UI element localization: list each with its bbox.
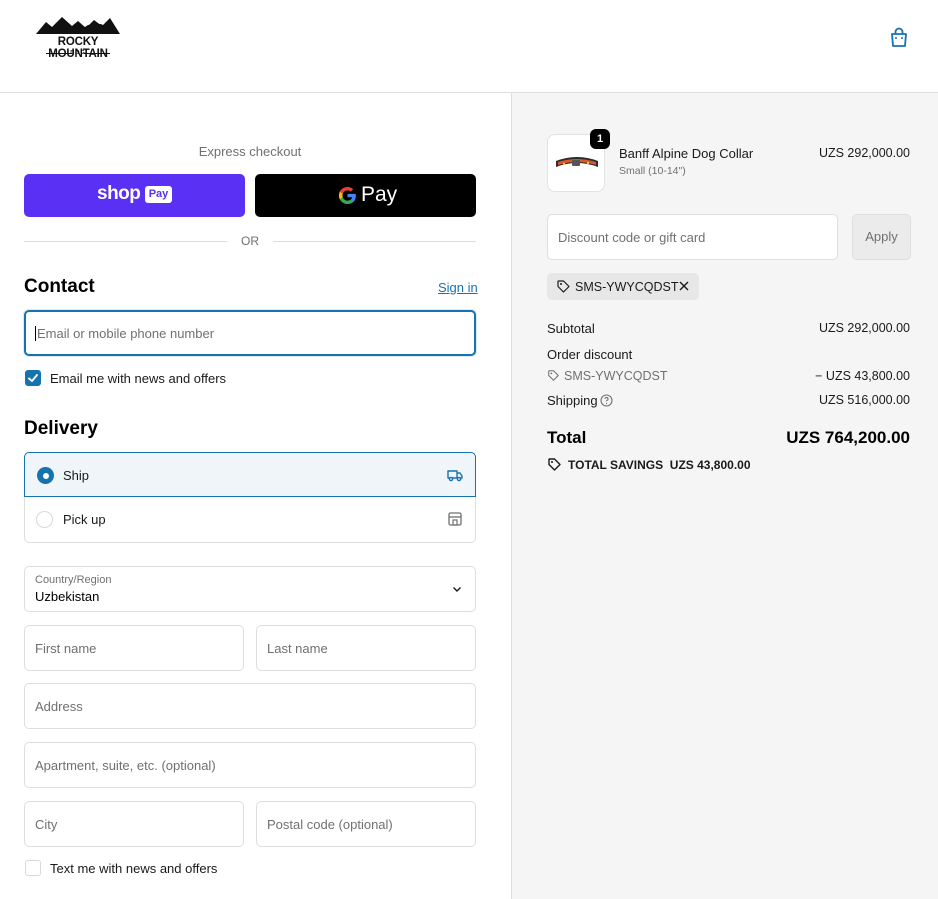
divider-right <box>273 241 476 242</box>
shipping-label: Shipping <box>547 393 598 408</box>
logo-text: ROCKY MOUNTAIN <box>48 36 108 60</box>
shop-pay-button[interactable]: shop Pay <box>24 174 245 217</box>
help-icon[interactable] <box>600 394 613 407</box>
delivery-option-ship[interactable]: Ship <box>24 452 476 497</box>
google-g-icon <box>338 186 356 205</box>
product-price: UZS 292,000.00 <box>818 146 910 160</box>
store-icon <box>448 512 462 526</box>
pickup-label: Pick up <box>63 512 106 527</box>
shop-pay-badge: Pay <box>145 186 172 203</box>
shop-pay-word: shop <box>97 183 141 204</box>
first-name-placeholder: First name <box>35 640 97 656</box>
express-checkout-label: Express checkout <box>198 144 302 159</box>
delivery-option-pickup[interactable]: Pick up <box>25 498 475 542</box>
country-value: Uzbekistan <box>35 589 100 604</box>
discount-code-field[interactable]: Discount code or gift card <box>547 214 838 260</box>
order-summary: 1 Banff Alpine Dog Collar Small (10-14")… <box>511 93 938 899</box>
logo-subtext: DOG <box>28 50 128 56</box>
text-news-checkbox[interactable] <box>25 860 41 876</box>
order-discount-code: SMS-YWYCQDST <box>564 369 668 383</box>
shipping-value: UZS 516,000.00 <box>818 393 910 407</box>
delivery-title: Delivery <box>24 418 98 439</box>
address-placeholder: Address <box>35 698 83 714</box>
mountain-dog-logo-icon <box>36 17 120 34</box>
product-name: Banff Alpine Dog Collar <box>619 146 754 161</box>
order-discount-label: Order discount <box>547 347 633 362</box>
email-field[interactable]: Email or mobile phone number <box>24 310 476 356</box>
truck-icon <box>447 470 463 482</box>
discount-placeholder: Discount code or gift card <box>558 229 706 245</box>
header: ROCKY MOUNTAIN DOG <box>0 0 938 93</box>
email-placeholder: Email or mobile phone number <box>37 325 215 341</box>
discount-tag-icon <box>548 370 559 381</box>
postal-code-field[interactable]: Postal code (optional) <box>256 801 476 847</box>
remove-discount-icon[interactable] <box>678 280 690 292</box>
contact-title: Contact <box>24 276 95 297</box>
subtotal-label: Subtotal <box>547 321 595 336</box>
order-discount-value: − UZS 43,800.00 <box>815 369 910 383</box>
postal-placeholder: Postal code (optional) <box>267 816 393 832</box>
checkmark-icon <box>28 374 38 382</box>
savings-tag-icon <box>548 458 561 471</box>
google-pay-button[interactable]: Pay <box>255 174 476 217</box>
last-name-placeholder: Last name <box>267 640 328 656</box>
brand-logo[interactable]: ROCKY MOUNTAIN DOG <box>28 14 128 60</box>
total-savings: TOTAL SAVINGS UZS 43,800.00 <box>547 457 751 472</box>
applied-code-text: SMS-YWYCQDST <box>575 280 679 294</box>
cart-button[interactable] <box>886 25 912 51</box>
ship-label: Ship <box>63 468 90 483</box>
chevron-down-icon <box>453 587 461 592</box>
city-field[interactable]: City <box>24 801 244 847</box>
pickup-radio[interactable] <box>36 511 53 528</box>
first-name-field[interactable]: First name <box>24 625 244 671</box>
quantity-badge: 1 <box>590 129 610 149</box>
address-field[interactable]: Address <box>24 683 476 729</box>
applied-discount-chip: SMS-YWYCQDST <box>547 273 699 300</box>
product-variant: Small (10-14") <box>619 165 686 177</box>
shopping-bag-icon <box>891 27 907 47</box>
ship-radio[interactable] <box>37 467 54 484</box>
city-placeholder: City <box>35 816 58 832</box>
total-label: Total <box>547 428 587 447</box>
sign-in-link[interactable]: Sign in <box>438 280 478 295</box>
total-value: UZS 764,200.00 <box>786 428 910 447</box>
text-caret <box>35 325 36 341</box>
email-news-checkbox[interactable] <box>25 370 41 386</box>
last-name-field[interactable]: Last name <box>256 625 476 671</box>
checkout-form: Express checkout shop Pay Pay OR Contact… <box>0 93 511 899</box>
country-select[interactable]: Country/Region Uzbekistan <box>24 566 476 612</box>
subtotal-value: UZS 292,000.00 <box>818 321 910 335</box>
text-news-label: Text me with news and offers <box>50 861 218 876</box>
divider-left <box>24 241 227 242</box>
total-savings-text: TOTAL SAVINGS UZS 43,800.00 <box>568 457 751 472</box>
apply-discount-button[interactable]: Apply <box>852 214 911 260</box>
email-news-label: Email me with news and offers <box>50 371 227 386</box>
apartment-field[interactable]: Apartment, suite, etc. (optional) <box>24 742 476 788</box>
country-label: Country/Region <box>35 574 112 586</box>
google-pay-word: Pay <box>361 183 398 206</box>
apartment-placeholder: Apartment, suite, etc. (optional) <box>35 757 216 773</box>
tag-icon <box>557 280 570 293</box>
or-divider-text: OR <box>241 234 259 248</box>
